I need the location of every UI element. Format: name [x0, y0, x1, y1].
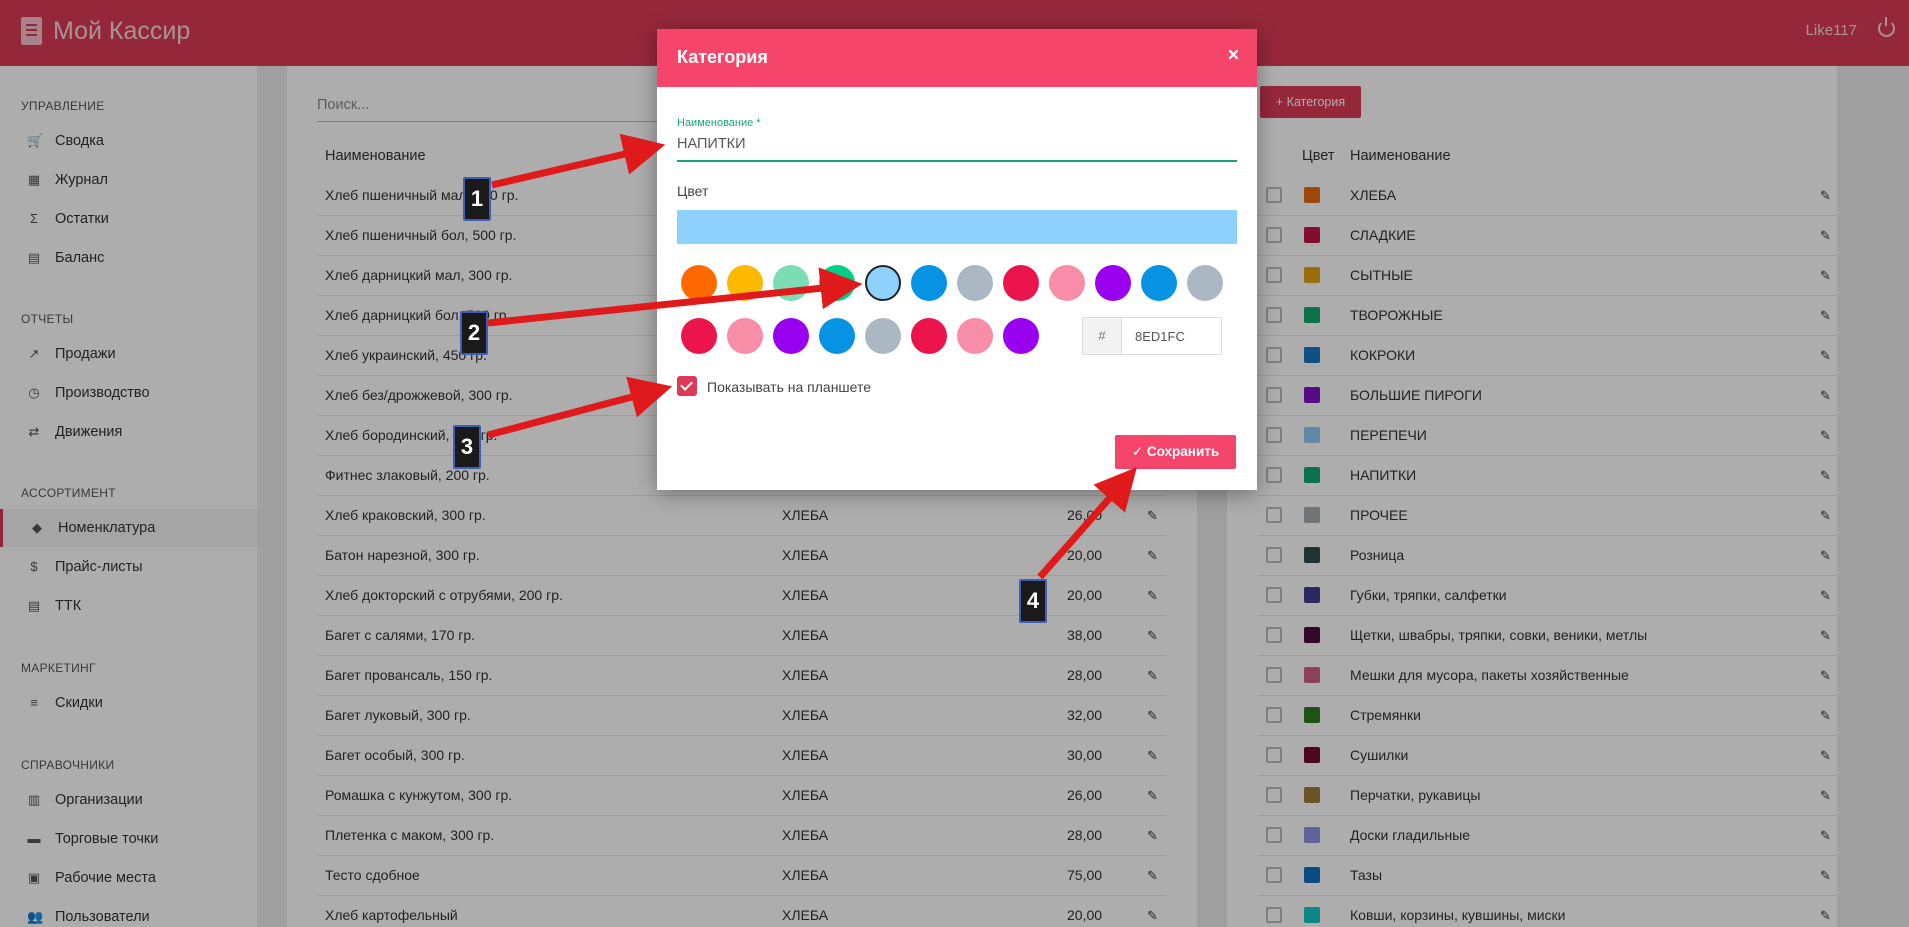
arrow-2: [487, 267, 863, 327]
annotation-arrows: [487, 133, 1137, 580]
arrow-1: [491, 133, 666, 189]
arrow-3: [487, 376, 673, 439]
annotation-badge-1: 1: [463, 177, 491, 221]
arrow-4: [1037, 467, 1137, 580]
annotation-badge-2: 2: [460, 311, 488, 355]
annotation-badge-4: 4: [1019, 579, 1047, 623]
annotation-badge-3: 3: [453, 425, 481, 469]
